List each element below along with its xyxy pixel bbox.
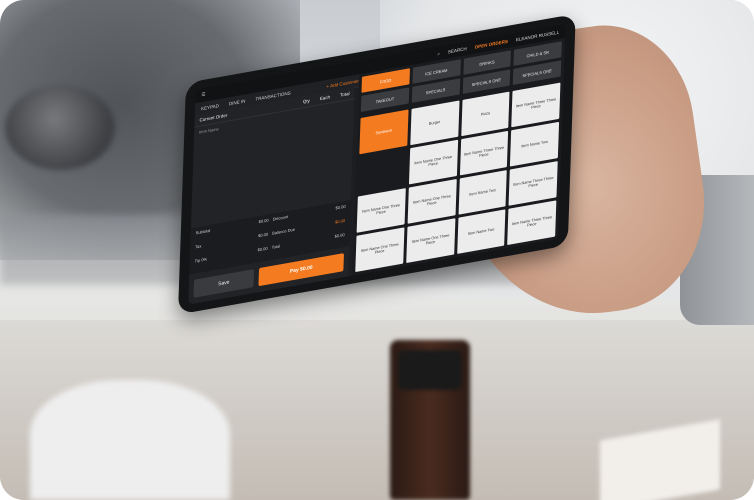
chair <box>30 380 230 500</box>
service-bell <box>5 85 115 170</box>
background-photo <box>0 0 754 500</box>
shaker-cap <box>398 350 462 390</box>
